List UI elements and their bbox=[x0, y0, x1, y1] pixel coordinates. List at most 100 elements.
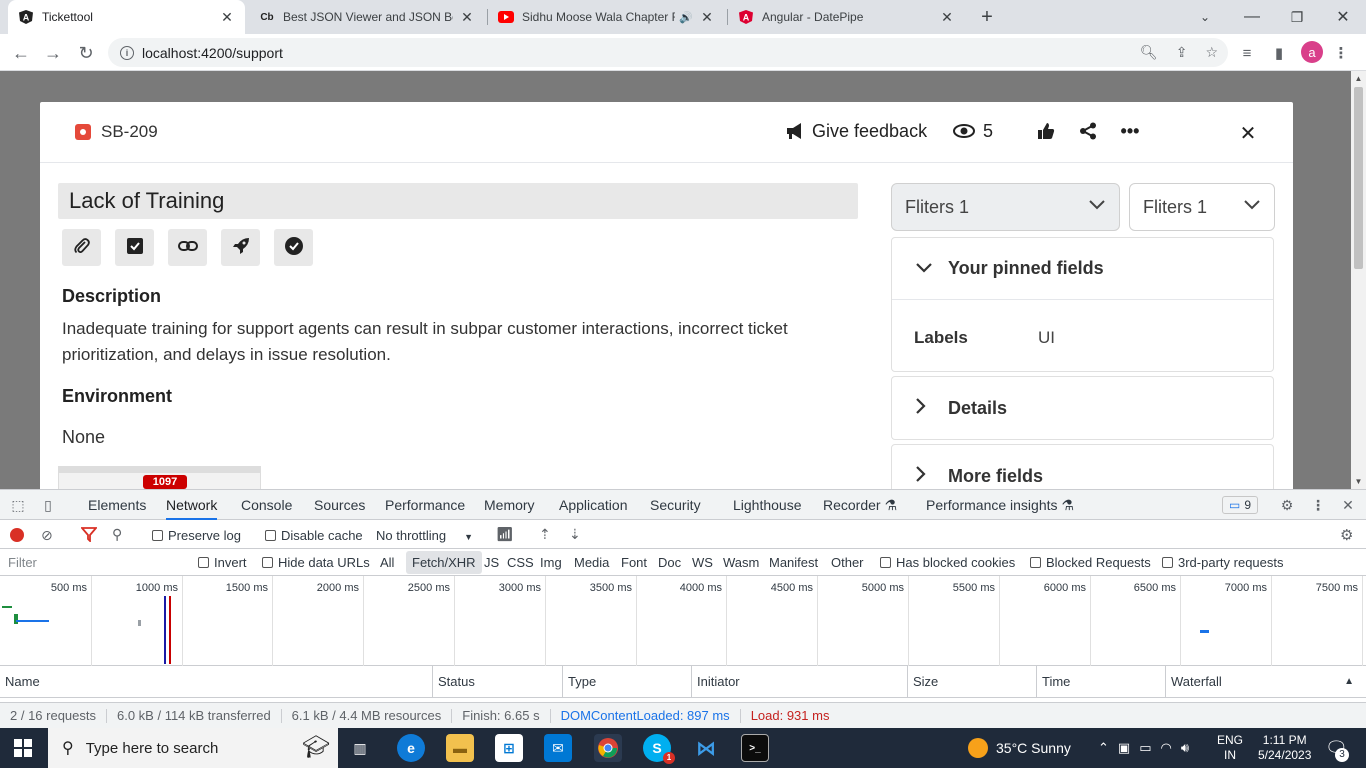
tab-search-chevron-icon[interactable]: ⌄ bbox=[1193, 5, 1217, 29]
devtools-tab-performance-insights[interactable]: Performance insights ⚗ bbox=[926, 490, 1074, 520]
attachment-thumbnail[interactable]: 1097 bbox=[58, 466, 261, 489]
devtools-tab-application[interactable]: Application bbox=[559, 490, 628, 520]
side-panel-icon[interactable]: ▮ bbox=[1268, 42, 1290, 64]
column-type[interactable]: Type bbox=[562, 666, 691, 698]
meet-now-icon[interactable]: ▣ bbox=[1118, 740, 1130, 756]
type-filter-css[interactable]: CSS bbox=[507, 555, 534, 570]
network-conditions-icon[interactable]: 📶︎ bbox=[496, 526, 514, 543]
weather-widget[interactable]: 35°C Sunny bbox=[968, 728, 1071, 768]
file-explorer-icon[interactable]: ▬ bbox=[446, 734, 474, 762]
type-filter-wasm[interactable]: Wasm bbox=[723, 555, 759, 570]
issues-badge[interactable]: ▭ 9 bbox=[1222, 496, 1259, 514]
media-control-icon[interactable]: ≡ bbox=[1236, 42, 1258, 64]
profile-avatar[interactable]: a bbox=[1301, 41, 1323, 63]
type-filter-other[interactable]: Other bbox=[831, 555, 864, 570]
type-filter-manifest[interactable]: Manifest bbox=[769, 555, 818, 570]
deploy-button[interactable] bbox=[221, 229, 260, 266]
column-size[interactable]: Size bbox=[907, 666, 1036, 698]
type-filter-fetch-xhr[interactable]: Fetch/XHR bbox=[406, 551, 482, 574]
attach-button[interactable] bbox=[62, 229, 101, 266]
give-feedback-button[interactable]: Give feedback bbox=[784, 120, 927, 142]
restore-icon[interactable]: ❐ bbox=[1285, 5, 1309, 29]
throttling-select[interactable]: No throttling ▼ bbox=[376, 528, 473, 543]
environment-value[interactable]: None bbox=[62, 427, 105, 448]
preserve-log-checkbox[interactable]: Preserve log bbox=[152, 528, 241, 543]
settings-gear-icon[interactable]: ⚙ bbox=[1277, 495, 1297, 515]
skype-icon[interactable]: S 1 bbox=[643, 734, 675, 764]
like-button[interactable] bbox=[1035, 120, 1057, 142]
column-name[interactable]: Name bbox=[0, 666, 432, 698]
type-filter-img[interactable]: Img bbox=[540, 555, 562, 570]
inspect-element-icon[interactable]: ⬚ bbox=[8, 495, 28, 515]
column-waterfall[interactable]: Waterfall ▲ bbox=[1165, 666, 1366, 698]
clock[interactable]: 1:11 PM 5/24/2023 bbox=[1258, 728, 1311, 768]
devtools-tab-recorder[interactable]: Recorder ⚗ bbox=[823, 490, 897, 520]
column-initiator[interactable]: Initiator bbox=[691, 666, 907, 698]
browser-tab-json-viewer[interactable]: Cb Best JSON Viewer and JSON Beau ✕ bbox=[249, 0, 485, 34]
bookmark-star-icon[interactable]: ☆ bbox=[1205, 44, 1218, 61]
column-time[interactable]: Time bbox=[1036, 666, 1165, 698]
close-tab-icon[interactable]: ✕ bbox=[699, 9, 715, 26]
type-filter-font[interactable]: Font bbox=[621, 555, 647, 570]
mail-icon[interactable]: ✉ bbox=[544, 734, 572, 762]
close-tab-icon[interactable]: ✕ bbox=[219, 9, 235, 26]
device-toolbar-icon[interactable]: ▯ bbox=[38, 495, 58, 515]
search-icon[interactable]: ⚲ bbox=[112, 526, 122, 543]
type-filter-ws[interactable]: WS bbox=[692, 555, 713, 570]
site-info-icon[interactable]: i bbox=[120, 45, 134, 60]
terminal-icon[interactable]: >_ bbox=[741, 734, 769, 762]
battery-icon[interactable]: ▭ bbox=[1139, 740, 1151, 756]
watchers-button[interactable]: 5 bbox=[953, 120, 993, 142]
share-button[interactable] bbox=[1077, 120, 1099, 142]
issue-title[interactable]: Lack of Training bbox=[58, 183, 858, 219]
devtools-tab-security[interactable]: Security bbox=[650, 490, 701, 520]
devtools-tab-sources[interactable]: Sources bbox=[314, 490, 365, 520]
close-tab-icon[interactable]: ✕ bbox=[459, 9, 475, 26]
minimize-icon[interactable]: — bbox=[1240, 5, 1264, 29]
share-icon[interactable]: ⇪ bbox=[1176, 44, 1188, 61]
checklist-button[interactable] bbox=[115, 229, 154, 266]
type-filter-doc[interactable]: Doc bbox=[658, 555, 681, 570]
vscode-icon[interactable]: ⋈ bbox=[692, 734, 720, 762]
speaker-icon[interactable]: 🔊 bbox=[679, 11, 693, 24]
scrollbar-thumb[interactable] bbox=[1354, 87, 1363, 269]
labels-value[interactable]: UI bbox=[1038, 328, 1055, 348]
devtools-close-icon[interactable]: ✕ bbox=[1338, 495, 1358, 515]
record-icon[interactable] bbox=[10, 528, 24, 542]
chevron-up-icon[interactable]: ⌃ bbox=[1098, 740, 1109, 756]
hide-data-urls-checkbox[interactable]: Hide data URLs bbox=[262, 555, 370, 570]
scroll-down-icon[interactable]: ▼ bbox=[1354, 477, 1363, 486]
pinned-fields-header[interactable]: Your pinned fields bbox=[892, 238, 1273, 300]
network-settings-icon[interactable]: ⚙ bbox=[1340, 526, 1353, 544]
wifi-icon[interactable]: ◠ bbox=[1161, 740, 1172, 756]
browser-tab-youtube[interactable]: Sidhu Moose Wala Chapter F 🔊 ✕ bbox=[488, 0, 725, 34]
zoom-icon[interactable]: 🔍︎ bbox=[1140, 44, 1158, 61]
notification-center[interactable]: 🗨︎ 3 bbox=[1325, 728, 1349, 768]
has-blocked-cookies-checkbox[interactable]: Has blocked cookies bbox=[880, 555, 1015, 570]
back-icon[interactable]: ← bbox=[8, 40, 34, 66]
task-view-icon[interactable]: ▥ bbox=[346, 734, 374, 762]
devtools-tab-elements[interactable]: Elements bbox=[88, 490, 146, 520]
devtools-tab-network[interactable]: Network bbox=[166, 490, 218, 520]
devtools-tab-console[interactable]: Console bbox=[241, 490, 292, 520]
filter-select-1[interactable]: Fliters 1 bbox=[891, 183, 1120, 231]
network-overview[interactable]: 500 ms 1000 ms 1500 ms 2000 ms 2500 ms 3000 m… bbox=[0, 576, 1366, 666]
chrome-icon[interactable] bbox=[594, 734, 622, 762]
blocked-requests-checkbox[interactable]: Blocked Requests bbox=[1030, 555, 1151, 570]
filter-select-2[interactable]: Fliters 1 bbox=[1129, 183, 1275, 231]
import-har-icon[interactable]: ⇡ bbox=[539, 526, 551, 543]
resolve-button[interactable] bbox=[274, 229, 313, 266]
volume-icon[interactable]: 🔊︎ bbox=[1181, 740, 1189, 756]
browser-tab-datepipe[interactable]: A Angular - DatePipe ✕ bbox=[728, 0, 965, 34]
devtools-tab-lighthouse[interactable]: Lighthouse bbox=[733, 490, 802, 520]
browser-menu-icon[interactable]: ⋮ bbox=[1330, 42, 1352, 64]
type-filter-media[interactable]: Media bbox=[574, 555, 609, 570]
clear-icon[interactable]: ⊘ bbox=[41, 527, 53, 544]
issue-key[interactable]: SB-209 bbox=[75, 122, 158, 142]
close-modal-button[interactable]: ✕ bbox=[1237, 122, 1259, 145]
window-close-icon[interactable]: ✕ bbox=[1331, 5, 1355, 29]
devtools-menu-icon[interactable]: ⋮ bbox=[1308, 495, 1328, 515]
filter-input[interactable]: Filter bbox=[8, 555, 37, 570]
export-har-icon[interactable]: ⇣ bbox=[569, 526, 581, 543]
disable-cache-checkbox[interactable]: Disable cache bbox=[265, 528, 363, 543]
